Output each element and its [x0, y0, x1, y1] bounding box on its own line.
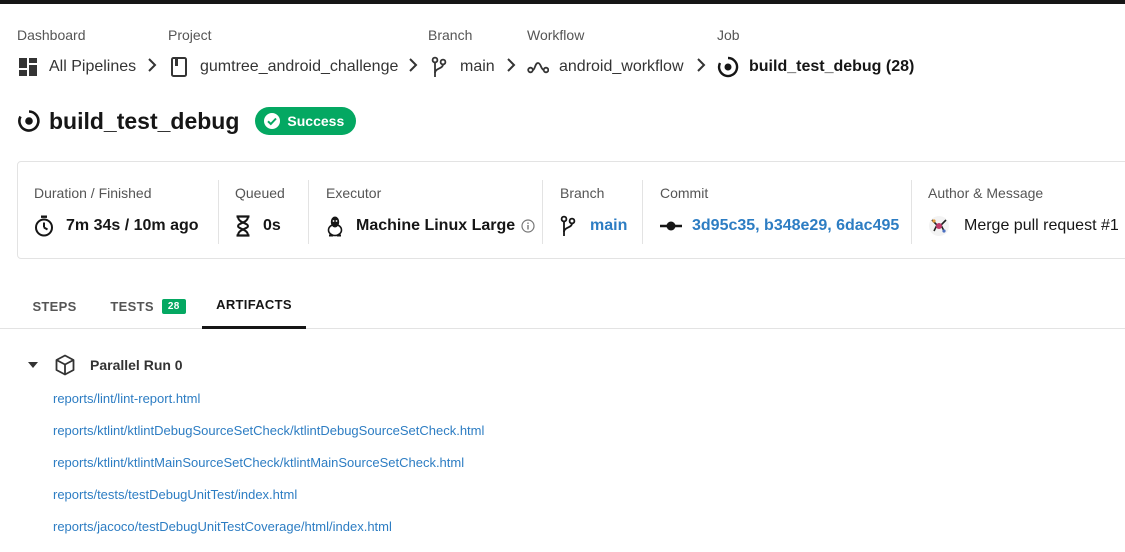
linux-penguin-icon — [326, 215, 344, 237]
artifact-link[interactable]: reports/ktlint/ktlintMainSourceSetCheck/… — [53, 454, 484, 486]
status-badge: Success — [255, 107, 357, 135]
project-book-icon — [168, 56, 190, 78]
caret-down-icon[interactable] — [26, 358, 40, 372]
chevron-right-icon — [504, 55, 518, 75]
stopwatch-icon — [34, 215, 54, 237]
breadcrumb-value: gumtree_android_challenge — [200, 58, 399, 75]
branch-link[interactable]: main — [590, 214, 627, 238]
job-icon — [17, 109, 41, 133]
top-bar — [0, 0, 1125, 4]
status-label: Success — [287, 113, 345, 129]
check-circle-icon — [263, 112, 281, 130]
breadcrumb-label: Job — [717, 27, 740, 43]
author-label: Author & Message — [928, 185, 1044, 201]
git-branch-icon — [560, 215, 576, 237]
chevron-right-icon — [145, 55, 159, 75]
queued-label: Queued — [235, 185, 285, 201]
chevron-right-icon — [694, 55, 708, 75]
breadcrumb-value: All Pipelines — [49, 58, 137, 75]
page-title: build_test_debug — [49, 108, 240, 134]
git-branch-icon — [428, 56, 450, 78]
info-icon[interactable] — [521, 219, 535, 233]
artifact-link[interactable]: reports/ktlint/ktlintDebugSourceSetCheck… — [53, 422, 484, 454]
hourglass-icon — [235, 215, 251, 237]
job-details-card: Duration / Finished 7m 34s / 10m ago Que… — [17, 161, 1125, 259]
job-icon — [717, 56, 739, 78]
job-tabs: STEPS TESTS 28 ARTIFACTS — [0, 283, 1125, 329]
package-box-icon — [54, 354, 76, 376]
divider — [642, 180, 643, 244]
breadcrumb-branch[interactable]: Branch main — [428, 26, 495, 79]
artifact-link[interactable]: reports/tests/testDebugUnitTest/index.ht… — [53, 486, 484, 518]
commit-label: Commit — [660, 185, 709, 201]
artifact-link[interactable]: reports/jacoco/testDebugUnitTestCoverage… — [53, 518, 484, 550]
executor-label: Executor — [326, 185, 382, 201]
duration-label: Duration / Finished — [34, 185, 152, 201]
breadcrumb-job[interactable]: Job build_test_debug (28) — [717, 26, 914, 79]
tab-steps[interactable]: STEPS — [17, 283, 92, 329]
breadcrumb-value: android_workflow — [559, 58, 684, 75]
author-avatar — [928, 215, 950, 237]
divider — [218, 180, 219, 244]
duration-value: 7m 34s / 10m ago — [66, 217, 199, 234]
divider — [542, 180, 543, 244]
duration-cell: Duration / Finished 7m 34s / 10m ago — [34, 180, 199, 244]
chevron-right-icon — [406, 55, 420, 75]
queued-cell: Queued 0s — [235, 180, 285, 244]
author-cell: Author & Message Merge pull request #1 — [928, 180, 1119, 244]
breadcrumb-label: Branch — [428, 27, 473, 43]
artifact-link[interactable]: reports/lint/lint-report.html — [53, 390, 484, 422]
tab-label: ARTIFACTS — [216, 297, 292, 312]
divider — [308, 180, 309, 244]
divider — [911, 180, 912, 244]
workflow-icon — [527, 56, 549, 78]
tab-tests[interactable]: TESTS 28 — [98, 283, 198, 329]
breadcrumb-value: build_test_debug (28) — [749, 58, 915, 75]
tab-label: TESTS — [110, 298, 154, 314]
artifact-list: reports/lint/lint-report.html reports/kt… — [53, 390, 484, 550]
group-label: Parallel Run 0 — [90, 357, 183, 373]
breadcrumb-value: main — [460, 58, 495, 75]
breadcrumb-dashboard[interactable]: Dashboard All Pipelines — [17, 26, 136, 79]
breadcrumb-label: Project — [168, 27, 212, 43]
commit-message: Merge pull request #1 — [964, 217, 1119, 234]
commit-links[interactable]: 3d95c35, b348e29, 6dac495 — [692, 214, 899, 238]
commit-cell: Commit 3d95c35, b348e29, 6dac495 — [660, 180, 899, 244]
branch-cell: Branch main — [560, 180, 627, 244]
breadcrumb-label: Dashboard — [17, 27, 86, 43]
breadcrumb-label: Workflow — [527, 27, 585, 43]
tab-label: STEPS — [32, 298, 77, 314]
tests-count-badge: 28 — [161, 298, 186, 314]
breadcrumb-project[interactable]: Project gumtree_android_challenge — [168, 26, 398, 79]
commit-icon — [660, 219, 682, 233]
dashboard-grid-icon — [17, 56, 39, 78]
branch-label: Branch — [560, 185, 605, 201]
queued-value: 0s — [263, 217, 281, 234]
job-header: build_test_debug Success — [17, 104, 357, 138]
breadcrumb-workflow[interactable]: Workflow android_workflow — [527, 26, 684, 79]
executor-cell: Executor Machine Linux Large — [326, 180, 535, 244]
executor-value: Machine Linux Large — [356, 217, 516, 234]
parallel-run-group[interactable]: Parallel Run 0 — [26, 353, 183, 377]
tab-artifacts[interactable]: ARTIFACTS — [202, 283, 306, 329]
